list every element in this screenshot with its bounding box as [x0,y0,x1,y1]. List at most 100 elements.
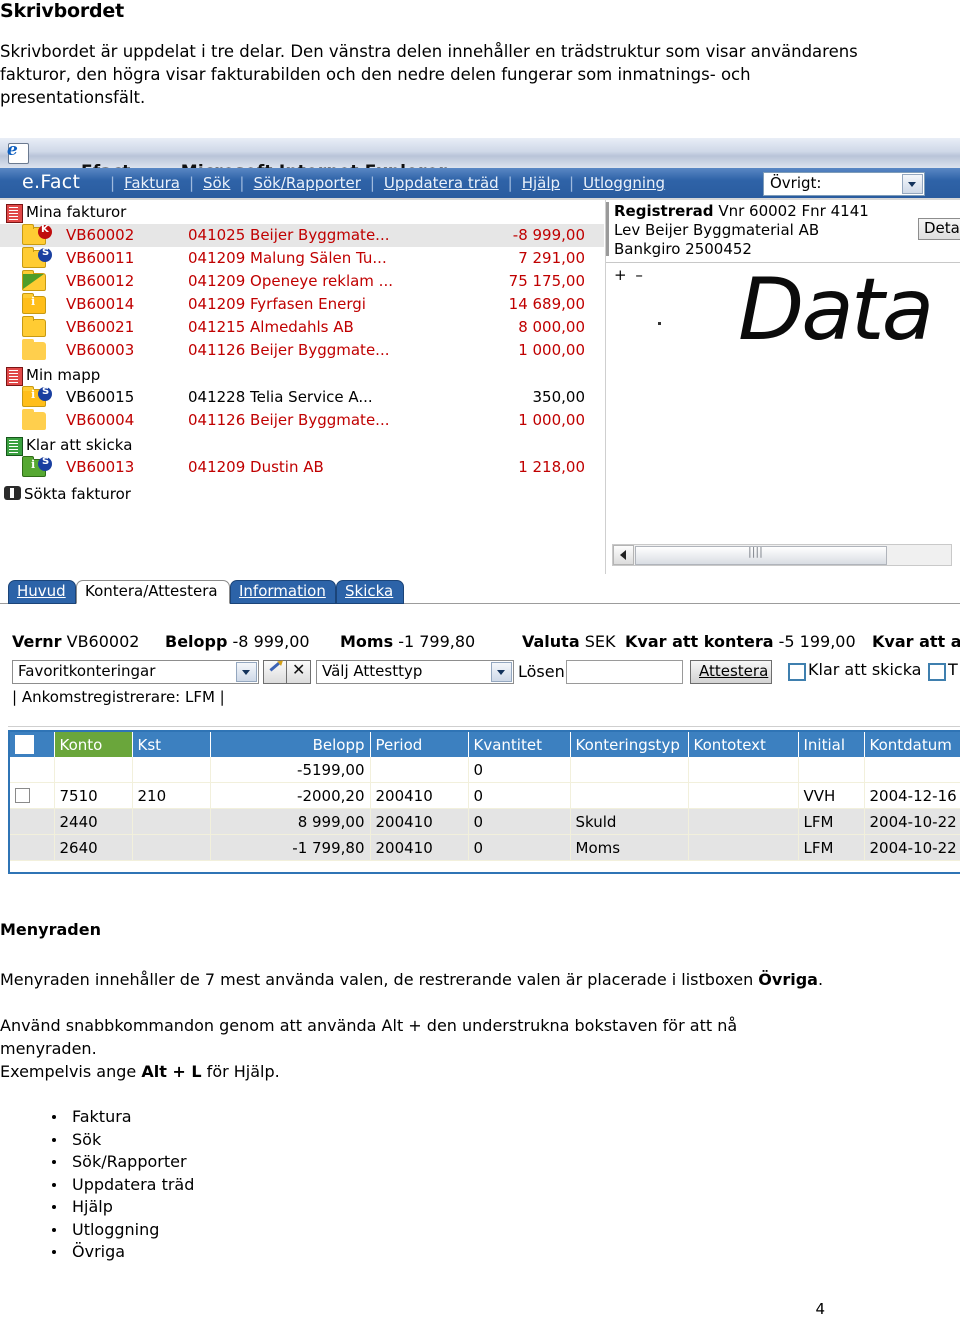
list-item: Övriga [0,1241,194,1264]
column-header-kvantitet[interactable]: Kvantitet [468,732,571,757]
menyraden-p1-tail: . [817,970,824,989]
attesttyp-dropdown[interactable]: Välj Attesttyp [316,660,514,684]
cell-kontotext [688,757,799,783]
tab-information[interactable]: Information [230,580,336,604]
invoice-id: VB60003 [66,341,135,359]
internet-explorer-icon [7,140,29,164]
summary-moms: Moms -1 799,80 [340,632,475,651]
summary-value: SEK [584,632,616,651]
summary-value: -1 799,80 [398,632,476,651]
cell-period: 200410 [370,834,469,861]
horizontal-scrollbar[interactable] [612,544,952,566]
column-header-kst[interactable]: Kst [132,732,211,757]
checkbox-icon[interactable] [15,734,34,754]
edit-button[interactable] [263,660,288,684]
table-row[interactable]: VB60003 041126 Beijer Byggmate... 1 000,… [0,339,604,362]
zoom-controls[interactable]: + – [614,266,645,284]
invoice-tree-panel[interactable]: Mina fakturor VB60002 041025 Beijer Bygg… [0,200,604,574]
column-header-kontdatum[interactable]: Kontdatum [864,732,960,757]
summary-kvar-att-attestera: Kvar att at [872,632,960,651]
invoice-amount: -8 999,00 [512,226,585,244]
detaljer-button[interactable]: Deta [918,218,960,240]
checkbox-icon[interactable] [928,663,946,681]
menu-item-sok-rapporter[interactable]: Sök/Rapporter [244,174,369,192]
cell-kontdatum: 2004-10-22 [864,834,960,861]
table-row[interactable]: VB60015 041228 Telia Service A... 350,00 [0,386,604,409]
cell-konto [54,757,133,783]
invoice-id: VB60011 [66,249,135,267]
menu-option-list: Faktura Sök Sök/Rapporter Uppdatera träd… [0,1106,194,1264]
menyraden-p1-text: Menyraden innehåller de 7 mest använda v… [0,970,759,989]
tab-strip: Huvud Kontera/Attestera Information Skic… [0,580,960,604]
favoritkonteringar-dropdown[interactable]: Favoritkonteringar [12,660,259,684]
invoice-text: 041209 Openeye reklam ... [188,272,393,290]
ovrigt-dropdown[interactable]: Övrigt: [763,172,925,196]
cell-konteringstyp: Skuld [570,808,689,835]
column-header-kontotext[interactable]: Kontotext [688,732,799,757]
supplier-value: Beijer Byggmaterial AB [644,221,820,239]
cell-select[interactable] [10,757,55,783]
list-item: Hjälp [0,1196,194,1219]
cell-select[interactable] [10,808,55,835]
table-row[interactable]: VB60011 041209 Malung Sälen Tu... 7 291,… [0,247,604,270]
table-row[interactable]: VB60012 041209 Openeye reklam ... 75 175… [0,270,604,293]
menu-item-utloggning[interactable]: Utloggning [574,174,674,192]
section-heading-menyraden: Menyraden [0,920,101,939]
application-screenshot: Efact - Microsoft Internet Explorer e.Fa… [0,138,960,890]
delete-button[interactable]: ✕ [286,660,311,684]
chevron-down-icon[interactable] [236,662,257,682]
cell-period [370,757,469,783]
tab-kontera-attestera[interactable]: Kontera/Attestera [76,580,230,604]
menyraden-p3-text: Exempelvis ange [0,1062,142,1081]
status-badge [38,456,52,471]
close-x-icon: ✕ [292,660,306,679]
scrollbar-thumb[interactable] [635,545,887,565]
invoice-amount: 75 175,00 [508,272,585,290]
table-row[interactable]: -5199,00 0 [10,757,960,783]
cell-initial: VVH [798,782,865,809]
table-row[interactable]: VB60004 041126 Beijer Byggmate... 1 000,… [0,409,604,432]
column-header-initial[interactable]: Initial [798,732,865,757]
column-header-konteringstyp[interactable]: Konteringstyp [570,732,689,757]
bankgiro-label: Bankgiro [614,240,681,258]
menyraden-paragraph-2: Använd snabbkommandon genom att använda … [0,1016,738,1058]
tab-huvud[interactable]: Huvud [8,580,76,604]
cell-select[interactable] [10,782,55,809]
menu-item-uppdatera-trad[interactable]: Uppdatera träd [375,174,508,192]
table-row[interactable]: VB60014 041209 Fyrfasen Energi 14 689,00 [0,293,604,316]
column-header-konto[interactable]: Konto [54,732,133,757]
column-header-select[interactable] [10,732,55,757]
menyraden-p3-bold: Alt + L [141,1062,202,1081]
table-row[interactable]: 2440 8 999,00 200410 0 Skuld LFM 2004-10… [10,808,960,835]
cell-kontotext [688,808,799,835]
menu-item-hjalp[interactable]: Hjälp [513,174,569,192]
cell-konteringstyp: Moms [570,834,689,861]
tree-group-label: Klar att skicka [26,436,133,454]
menu-items: | Faktura | Sök | Sök/Rapporter | Uppdatera trä… [110,174,674,192]
menu-item-sok[interactable]: Sök [194,174,239,192]
invoice-id: VB60004 [66,411,135,429]
table-row[interactable]: VB60002 041025 Beijer Byggmate... -8 999… [0,224,604,247]
table-row[interactable]: VB60013 041209 Dustin AB 1 218,00 [0,456,604,479]
checkbox-icon[interactable] [15,787,30,803]
attestera-button[interactable]: Attestera [690,660,772,684]
checkbox-icon[interactable] [788,663,806,681]
chevron-down-icon[interactable] [491,662,512,682]
invoice-amount: 7 291,00 [518,249,585,267]
table-row[interactable]: 7510 210 -2000,20 200410 0 VVH 2004-12-1… [10,782,960,809]
table-row[interactable]: 2640 -1 799,80 200410 0 Moms LFM 2004-10… [10,834,960,861]
losen-input[interactable] [566,660,683,684]
menu-separator: | [507,174,513,192]
summary-label: Vernr [12,632,62,651]
attestera-button-label: Attestera [699,662,769,680]
kontering-grid[interactable]: Konto Kst Belopp Period Kvantitet Konter… [8,730,960,874]
invoice-text: 041215 Almedahls AB [188,318,354,336]
menu-item-faktura[interactable]: Faktura [115,174,189,192]
column-header-period[interactable]: Period [370,732,469,757]
column-header-belopp[interactable]: Belopp [210,732,371,757]
chevron-down-icon[interactable] [902,174,923,194]
scroll-left-icon[interactable] [613,545,634,565]
table-row[interactable]: VB60021 041215 Almedahls AB 8 000,00 [0,316,604,339]
tab-skicka[interactable]: Skicka [336,580,404,604]
cell-select[interactable] [10,834,55,861]
